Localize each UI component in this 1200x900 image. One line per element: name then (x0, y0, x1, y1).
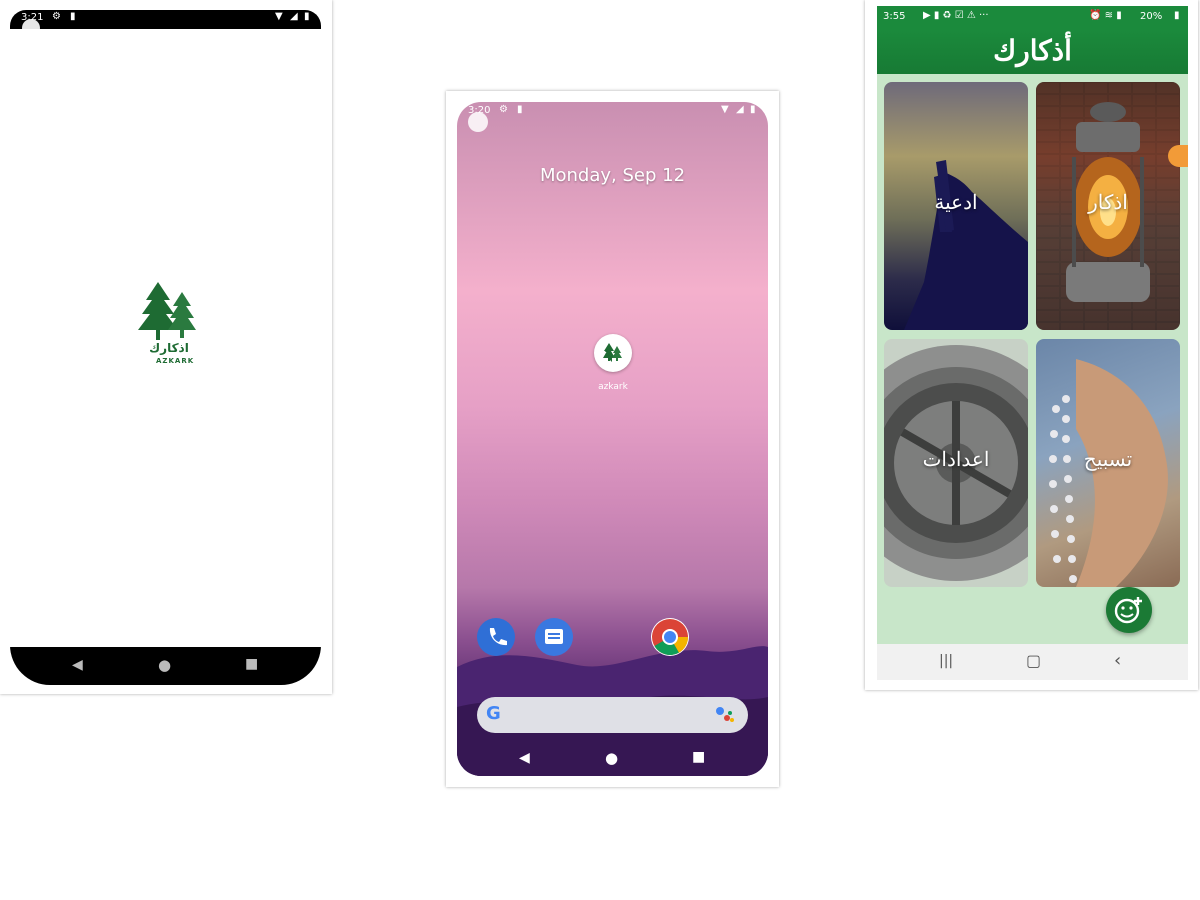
camera-cutout (468, 112, 488, 132)
card-duas[interactable]: ادعية (884, 82, 1028, 330)
google-search-bar[interactable]: G (477, 697, 748, 733)
card-label: اعدادات (922, 447, 990, 471)
azkark-logo-trees-icon (138, 282, 196, 340)
app-title: أذكارك (993, 34, 1072, 67)
card-label: ادعية (934, 190, 978, 214)
navigation-bar: ◀ ● ■ (457, 740, 768, 776)
battery-icon: ▮ (1174, 10, 1180, 21)
add-feeling-fab[interactable] (1106, 587, 1152, 633)
card-label: اذكار (1088, 190, 1128, 214)
battery-percent: 20% (1140, 11, 1163, 22)
settings-icon: ⚙ (499, 104, 508, 115)
status-bar: 3:55 ▶ ▮ ♻ ☑ ⚠ ··· ⏰ ≋ ▮ 20% ▮ (877, 6, 1188, 30)
assistant-icon[interactable] (715, 705, 737, 725)
status-bar: 3:21 ⚙ ▮ ▼ ◢ ▮ (10, 10, 321, 29)
alarm-wifi-signal-icons: ⏰ ≋ ▮ (1089, 10, 1122, 21)
card-azkar[interactable]: اذكار (1036, 82, 1180, 330)
app-bar: أذكارك (877, 30, 1188, 74)
card-label: تسبيح (1083, 447, 1133, 471)
sd-card-icon: ▮ (70, 11, 76, 22)
home-screen: 3:20 ⚙ ▮ ▼ ◢ ▮ Monday, Sep 12 azkark G ◀… (457, 102, 768, 776)
wifi-icon: ▼ (275, 11, 283, 22)
signal-icon: ◢ (290, 11, 298, 22)
app-screen: 3:55 ▶ ▮ ♻ ☑ ⚠ ··· ⏰ ≋ ▮ 20% ▮ أذكارك اد… (877, 6, 1188, 680)
home-icon[interactable]: ● (605, 749, 618, 767)
navigation-bar: ◀ ● ■ (10, 647, 321, 685)
battery-icon: ▮ (304, 11, 310, 22)
signal-icon: ◢ (736, 104, 744, 115)
date-widget[interactable]: Monday, Sep 12 (457, 165, 768, 186)
battery-icon: ▮ (750, 104, 756, 115)
notification-icons: ▶ ▮ ♻ ☑ ⚠ ··· (923, 10, 989, 21)
phone-icon[interactable] (477, 618, 515, 656)
recents-icon[interactable]: ■ (245, 656, 258, 672)
back-icon[interactable]: ‹ (1114, 650, 1121, 671)
splash-screen: 3:21 ⚙ ▮ ▼ ◢ ▮ اذكارك AZKARK ◀ ● ■ (10, 10, 321, 685)
phone-home-screen: 3:20 ⚙ ▮ ▼ ◢ ▮ Monday, Sep 12 azkark G ◀… (446, 91, 779, 787)
logo-arabic-text: اذكارك (149, 341, 189, 355)
back-icon[interactable]: ◀ (72, 657, 83, 673)
card-tasbeeh[interactable]: تسبيح (1036, 339, 1180, 587)
phone-app-screen: 3:55 ▶ ▮ ♻ ☑ ⚠ ··· ⏰ ≋ ▮ 20% ▮ أذكارك اد… (865, 0, 1198, 690)
google-icon: G (486, 703, 501, 724)
navigation-bar: ||| ▢ ‹ (877, 644, 1188, 680)
azkark-app-icon[interactable] (594, 334, 632, 372)
phone-splash-screen: 3:21 ⚙ ▮ ▼ ◢ ▮ اذكارك AZKARK ◀ ● ■ (0, 0, 332, 694)
chrome-icon[interactable] (651, 618, 689, 656)
logo-english-text: AZKARK (156, 357, 195, 365)
wifi-icon: ▼ (721, 104, 729, 115)
sd-card-icon: ▮ (517, 104, 523, 115)
status-bar: 3:20 ⚙ ▮ ▼ ◢ ▮ (457, 102, 768, 122)
recents-icon[interactable]: ■ (692, 749, 705, 765)
back-icon[interactable]: ◀ (519, 750, 530, 766)
recents-icon[interactable]: ||| (939, 653, 953, 669)
status-time: 3:55 (883, 11, 906, 22)
camera-cutout (22, 19, 40, 37)
settings-icon: ⚙ (52, 11, 61, 22)
smiley-add-icon (1114, 597, 1142, 624)
edge-panel-handle[interactable] (1168, 145, 1188, 167)
messages-icon[interactable] (535, 618, 573, 656)
azkark-app-label: azkark (598, 382, 628, 392)
home-icon[interactable]: ▢ (1026, 651, 1041, 670)
home-icon[interactable]: ● (158, 656, 171, 674)
card-settings[interactable]: اعدادات (884, 339, 1028, 587)
